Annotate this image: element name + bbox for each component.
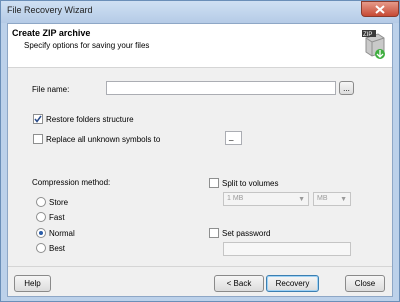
zip-archive-icon: ZIP xyxy=(362,30,385,59)
window-close-button[interactable] xyxy=(361,1,399,17)
page-subtitle: Specify options for saving your files xyxy=(24,41,150,50)
browse-button[interactable]: ... xyxy=(339,81,354,95)
restore-folders-label: Restore folders structure xyxy=(46,115,134,124)
volume-size-select[interactable]: 1 MB ▼ xyxy=(223,192,309,206)
chevron-down-icon: ▼ xyxy=(340,196,347,203)
volume-unit-select[interactable]: MB ▼ xyxy=(313,192,351,206)
set-password-checkbox[interactable] xyxy=(209,228,219,238)
password-input[interactable] xyxy=(223,242,351,256)
set-password-label: Set password xyxy=(222,229,271,238)
compression-fast-label: Fast xyxy=(49,213,65,222)
file-name-label: File name: xyxy=(32,85,70,94)
compression-store-radio[interactable] xyxy=(36,197,46,207)
svg-text:ZIP: ZIP xyxy=(363,32,372,38)
replace-symbols-label: Replace all unknown symbols to xyxy=(46,135,161,144)
checkmark-icon xyxy=(34,115,42,123)
wizard-window: File Recovery Wizard Create ZIP archive … xyxy=(0,0,400,302)
wizard-header: Create ZIP archive Specify options for s… xyxy=(8,24,392,68)
footer-divider xyxy=(8,266,392,267)
window-title: File Recovery Wizard xyxy=(7,5,93,15)
back-button[interactable]: < Back xyxy=(214,275,264,292)
wizard-client: Create ZIP archive Specify options for s… xyxy=(7,23,393,297)
close-icon xyxy=(375,5,385,14)
compression-store-label: Store xyxy=(49,198,69,207)
page-title: Create ZIP archive xyxy=(12,28,91,38)
recovery-button[interactable]: Recovery xyxy=(266,275,319,292)
help-button[interactable]: Help xyxy=(14,275,51,292)
split-volumes-label: Split to volumes xyxy=(222,179,279,188)
compression-fast-radio[interactable] xyxy=(36,212,46,222)
close-button[interactable]: Close xyxy=(345,275,385,292)
restore-folders-checkbox[interactable] xyxy=(33,114,43,124)
file-name-input[interactable] xyxy=(106,81,336,95)
replace-symbols-checkbox[interactable] xyxy=(33,134,43,144)
split-volumes-checkbox[interactable] xyxy=(209,178,219,188)
title-bar: File Recovery Wizard xyxy=(1,1,399,23)
compression-best-radio[interactable] xyxy=(36,243,46,253)
replacement-symbol-input[interactable]: _ xyxy=(225,131,242,145)
compression-method-label: Compression method: xyxy=(32,178,111,187)
volume-unit-value: MB xyxy=(317,195,328,202)
compression-normal-radio[interactable] xyxy=(36,228,46,238)
chevron-down-icon: ▼ xyxy=(298,196,305,203)
compression-best-label: Best xyxy=(49,244,66,253)
volume-size-value: 1 MB xyxy=(227,195,244,202)
compression-normal-label: Normal xyxy=(49,229,75,238)
radio-selected-dot xyxy=(39,231,43,235)
